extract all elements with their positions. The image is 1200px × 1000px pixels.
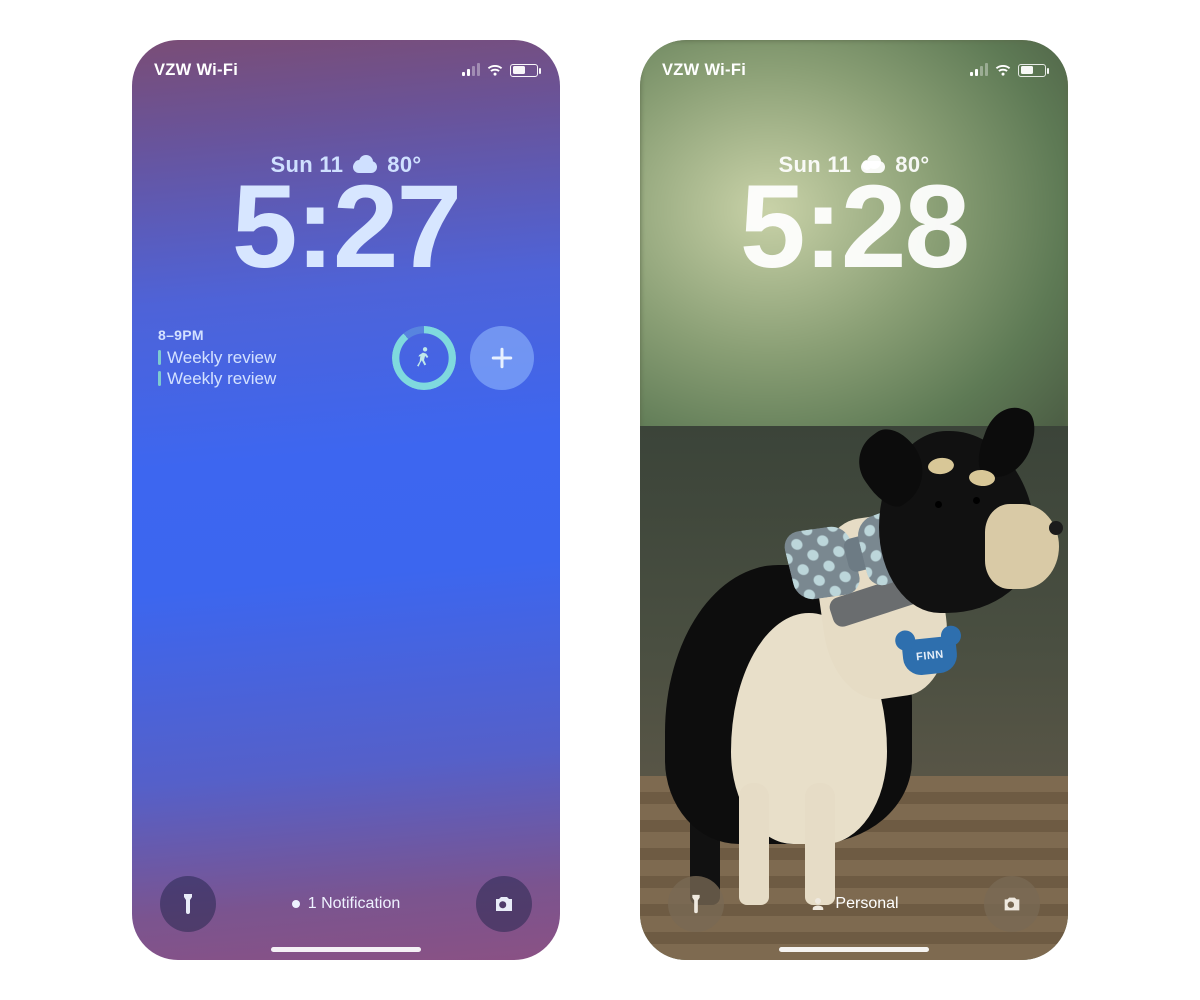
- clock-time: 5:27: [132, 168, 560, 286]
- event-title: Weekly review: [167, 347, 276, 368]
- dot-icon: [292, 900, 300, 908]
- cellular-icon: [462, 64, 480, 76]
- status-icons: [970, 61, 1046, 79]
- calendar-event: Weekly review: [158, 368, 378, 389]
- person-icon: [809, 895, 827, 913]
- fitness-ring-widget[interactable]: [392, 326, 456, 390]
- carrier-label: VZW Wi-Fi: [154, 61, 238, 80]
- dog-tag: FINN: [902, 635, 959, 676]
- home-indicator[interactable]: [271, 947, 421, 952]
- status-bar: VZW Wi-Fi: [132, 56, 560, 84]
- battery-icon: [1018, 64, 1046, 77]
- notification-summary[interactable]: 1 Notification: [292, 895, 401, 913]
- flashlight-button[interactable]: [668, 876, 724, 932]
- cellular-icon: [970, 64, 988, 76]
- calendar-widget[interactable]: 8–9PM Weekly review Weekly review: [158, 327, 378, 389]
- flashlight-button[interactable]: [160, 876, 216, 932]
- widget-row: 8–9PM Weekly review Weekly review: [158, 320, 534, 396]
- wifi-icon: [486, 61, 504, 79]
- status-icons: [462, 61, 538, 79]
- bottom-actions: Personal: [668, 876, 1040, 932]
- camera-button[interactable]: [476, 876, 532, 932]
- event-title: Weekly review: [167, 368, 276, 389]
- wifi-icon: [994, 61, 1012, 79]
- flashlight-icon: [685, 893, 707, 915]
- home-indicator[interactable]: [779, 947, 929, 952]
- bottom-actions: 1 Notification: [160, 876, 532, 932]
- camera-button[interactable]: [984, 876, 1040, 932]
- calendar-time-range: 8–9PM: [158, 327, 378, 345]
- status-bar: VZW Wi-Fi: [640, 56, 1068, 84]
- add-widget-button[interactable]: [470, 326, 534, 390]
- event-color-bar: [158, 350, 161, 365]
- lockscreen-photo: FINN VZW Wi-Fi Sun 11 80° 5:28: [640, 40, 1068, 960]
- battery-icon: [510, 64, 538, 77]
- flashlight-icon: [176, 892, 200, 916]
- event-color-bar: [158, 371, 161, 386]
- notification-text: 1 Notification: [308, 895, 401, 913]
- calendar-event: Weekly review: [158, 347, 378, 368]
- lockscreen-gradient: VZW Wi-Fi Sun 11 80° 5:27 8–9PM Weekly r…: [132, 40, 560, 960]
- focus-indicator[interactable]: Personal: [809, 895, 898, 913]
- camera-icon: [492, 892, 516, 916]
- carrier-label: VZW Wi-Fi: [662, 61, 746, 80]
- camera-icon: [1001, 893, 1023, 915]
- plus-icon: [487, 343, 517, 373]
- pedestrian-icon: [392, 326, 456, 390]
- focus-label: Personal: [835, 895, 898, 913]
- clock-time: 5:28: [640, 168, 1068, 286]
